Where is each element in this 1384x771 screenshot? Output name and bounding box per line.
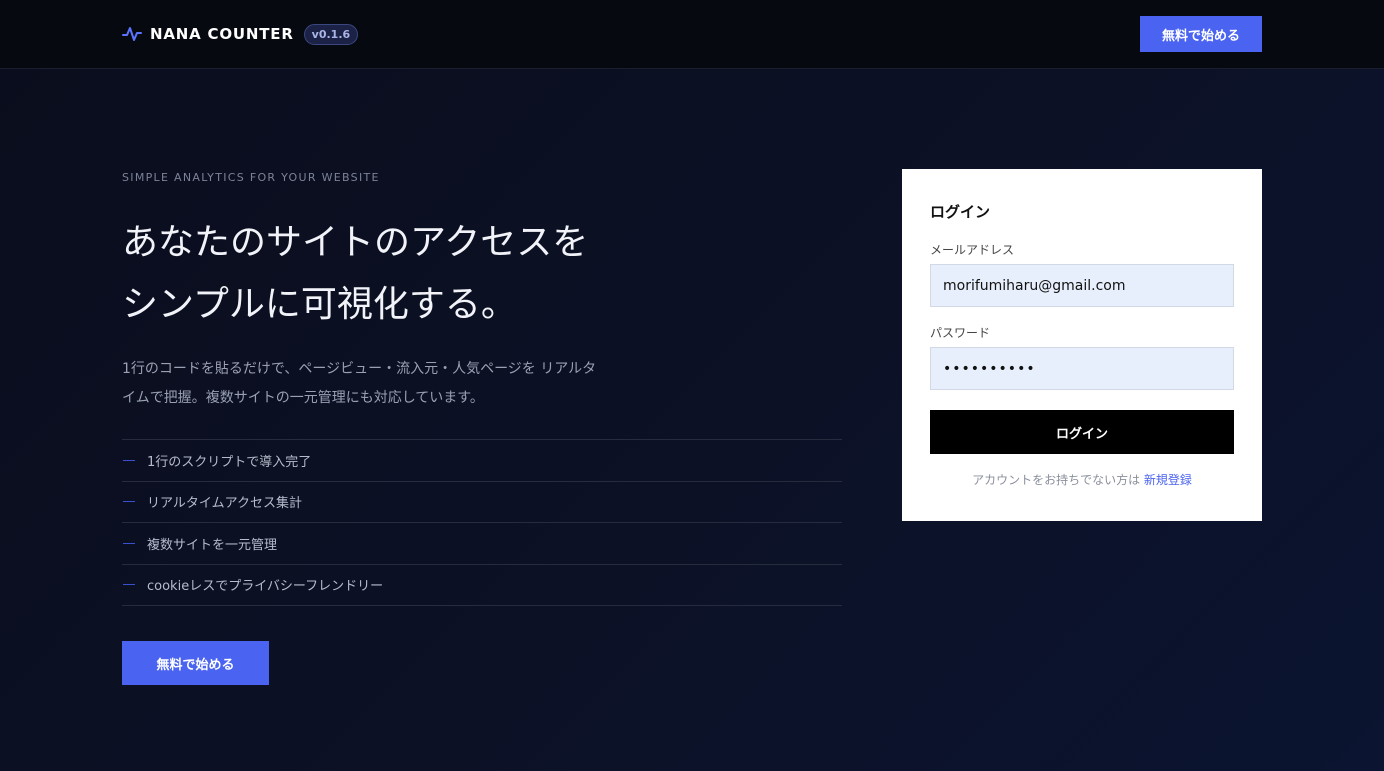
dash-icon <box>123 584 135 586</box>
feature-text: リアルタイムアクセス集計 <box>147 496 302 512</box>
feature-item: cookieレスでプライバシーフレンドリー <box>122 565 842 606</box>
signup-prompt: アカウントをお持ちでない方は 新規登録 <box>902 471 1262 488</box>
feature-item: 1行のスクリプトで導入完了 <box>122 440 842 482</box>
header-start-free-button[interactable]: 無料で始める <box>1140 16 1262 52</box>
email-label: メールアドレス <box>930 243 1015 257</box>
login-button[interactable]: ログイン <box>930 410 1234 454</box>
email-field[interactable] <box>930 264 1234 307</box>
dash-icon <box>123 501 135 503</box>
hero-start-free-button[interactable]: 無料で始める <box>122 641 269 685</box>
brand-name: NANA COUNTER <box>150 25 294 43</box>
dash-icon <box>123 459 135 461</box>
signup-prompt-text: アカウントをお持ちでない方は <box>972 473 1141 487</box>
password-field[interactable] <box>930 347 1234 390</box>
hero-description: 1行のコードを貼るだけで、ページビュー・流入元・人気ページを リアルタイムで把握… <box>122 361 597 406</box>
dash-icon <box>123 542 135 544</box>
pulse-line-icon <box>122 27 142 41</box>
password-label: パスワード <box>930 326 991 340</box>
hero-eyebrow: SIMPLE ANALYTICS FOR YOUR WEBSITE <box>122 171 380 184</box>
hero-headline-line1: あなたのサイトのアクセスを <box>122 222 589 263</box>
login-title: ログイン <box>930 203 991 221</box>
feature-text: 複数サイトを一元管理 <box>147 537 278 553</box>
top-nav: NANA COUNTER v0.1.6 無料で始める <box>0 0 1384 69</box>
hero-headline: あなたのサイトのアクセスを シンプルに可視化する。 <box>122 212 842 336</box>
feature-item: リアルタイムアクセス集計 <box>122 482 842 523</box>
feature-text: cookieレスでプライバシーフレンドリー <box>147 579 384 595</box>
signup-link[interactable]: 新規登録 <box>1144 473 1192 487</box>
version-badge: v0.1.6 <box>303 23 359 45</box>
feature-text: 1行のスクリプトで導入完了 <box>147 454 312 470</box>
feature-list: 1行のスクリプトで導入完了 リアルタイムアクセス集計 複数サイトを一元管理 co… <box>122 439 842 606</box>
hero-headline-line2: シンプルに可視化する。 <box>122 284 517 325</box>
login-card: ログイン メールアドレス パスワード ログイン アカウントをお持ちでない方は 新… <box>902 169 1262 521</box>
brand[interactable]: NANA COUNTER v0.1.6 <box>122 22 359 46</box>
feature-item: 複数サイトを一元管理 <box>122 523 842 565</box>
